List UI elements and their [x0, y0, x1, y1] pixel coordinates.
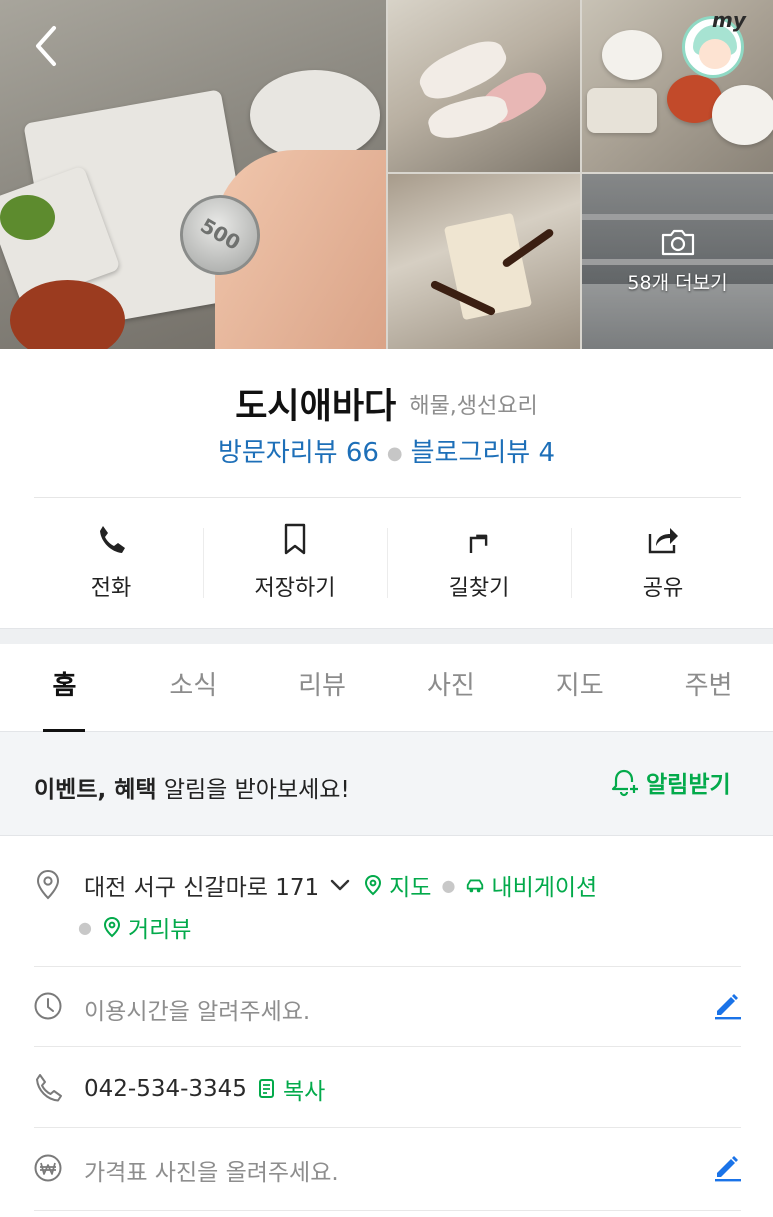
more-photos-label[interactable]: 58개 더보기 [582, 268, 773, 295]
hours-placeholder[interactable]: 이용시간을 알려주세요. [84, 992, 310, 1026]
map-link[interactable]: 지도 [363, 868, 431, 902]
won-coin-icon [34, 1154, 62, 1182]
edit-pencil-icon[interactable] [712, 990, 742, 1020]
phone-outline-icon [36, 1074, 62, 1102]
tab-news[interactable]: 소식 [129, 644, 258, 731]
notify-label: 알림받기 [646, 772, 731, 798]
street-view-pin-icon [103, 916, 120, 938]
tab-reviews[interactable]: 리뷰 [258, 644, 387, 731]
side-dish [0, 195, 55, 240]
bell-plus-icon [611, 769, 638, 797]
place-name: 도시애바다 [235, 387, 397, 427]
copy-icon [258, 1079, 274, 1098]
share-icon [648, 528, 678, 554]
clock-icon [34, 992, 62, 1020]
divider [34, 1210, 741, 1211]
navigation-link-label: 내비게이션 [491, 875, 598, 901]
my-badge: my [712, 8, 746, 32]
copy-label: 복사 [282, 1079, 326, 1105]
address-text[interactable]: 대전 서구 신갈마로 171 [84, 868, 319, 902]
directions-label: 길찾기 [448, 576, 510, 601]
address-line-2: ● 거리뷰 [78, 910, 191, 944]
tofu [443, 212, 533, 321]
tab-home[interactable]: 홈 [0, 644, 129, 732]
save-button[interactable]: 저장하기 [203, 510, 387, 610]
section-gap [0, 628, 773, 644]
street-view-link[interactable]: 거리뷰 [102, 910, 191, 944]
my-profile-button[interactable]: my [678, 8, 748, 78]
map-pin-icon [365, 874, 382, 896]
location-pin-icon [36, 869, 60, 900]
car-icon [467, 879, 484, 893]
divider [34, 1127, 741, 1128]
tab-bar: 홈 소식 리뷰 사진 지도 주변 [0, 644, 773, 732]
tab-photos[interactable]: 사진 [386, 644, 515, 731]
share-label: 공유 [642, 576, 684, 601]
more-photos-overlay[interactable] [582, 174, 773, 349]
bookmark-icon [284, 523, 306, 555]
notify-button[interactable]: 알림받기 [610, 766, 731, 798]
directions-icon [469, 534, 488, 553]
visitor-review-link[interactable]: 방문자리뷰 66 [218, 438, 379, 468]
separator-dot: ● [441, 875, 456, 895]
share-button[interactable]: 공유 [571, 510, 755, 610]
photo-thumb-1[interactable] [388, 0, 580, 172]
photo-gallery[interactable]: 500 58개 더보기 [0, 0, 773, 349]
phone-line: 042-534-3345 복사 [84, 1072, 325, 1106]
side-dish-plate [250, 70, 380, 160]
tab-nearby[interactable]: 주변 [644, 644, 773, 731]
call-label: 전화 [90, 576, 132, 601]
bowl [712, 85, 773, 145]
bowl [602, 30, 662, 80]
photo-thumb-3[interactable] [388, 174, 580, 349]
banner-text: 이벤트, 혜택 알림을 받아보세요! [34, 770, 350, 804]
divider [34, 1046, 741, 1047]
map-link-label: 지도 [389, 875, 432, 901]
directions-button[interactable]: 길찾기 [387, 510, 571, 610]
separator-dot: ● [386, 443, 403, 464]
street-view-label: 거리뷰 [127, 917, 192, 943]
call-button[interactable]: 전화 [19, 510, 203, 610]
price-placeholder[interactable]: 가격표 사진을 올려주세요. [84, 1153, 339, 1187]
address-line: 대전 서구 신갈마로 171 지도 ● 내비게이션 [84, 868, 597, 902]
edit-pencil-icon[interactable] [712, 1152, 742, 1182]
banner-body-text: 알림을 받아보세요! [156, 777, 350, 803]
back-icon[interactable] [26, 22, 66, 70]
save-label: 저장하기 [254, 576, 336, 601]
banner-bold-text: 이벤트, 혜택 [34, 777, 157, 803]
chevron-down-icon[interactable] [329, 874, 351, 896]
camera-icon [661, 229, 695, 256]
navigation-link[interactable]: 내비게이션 [465, 868, 597, 902]
tab-map[interactable]: 지도 [515, 644, 644, 731]
review-links: 방문자리뷰 66 ● 블로그리뷰 4 [0, 432, 773, 469]
phone-number[interactable]: 042-534-3345 [84, 1076, 247, 1102]
separator-dot: ● [78, 917, 92, 937]
divider [34, 497, 741, 498]
bowl [587, 88, 657, 133]
action-bar: 전화 저장하기 길찾기 공유 [19, 510, 755, 610]
copy-button[interactable]: 복사 [257, 1072, 325, 1106]
notification-banner: 이벤트, 혜택 알림을 받아보세요! 알림받기 [0, 732, 773, 836]
blog-review-link[interactable]: 블로그리뷰 4 [411, 438, 555, 468]
place-category: 해물,생선요리 [409, 393, 538, 419]
divider [34, 966, 741, 967]
place-title-row: 도시애바다 해물,생선요리 [0, 378, 773, 429]
phone-icon [100, 526, 125, 553]
